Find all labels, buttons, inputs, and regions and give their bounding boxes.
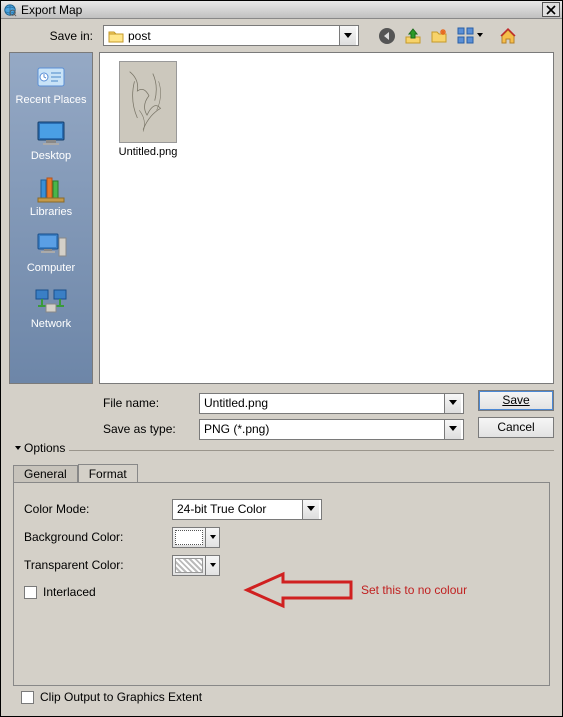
close-button[interactable] xyxy=(542,2,560,17)
color-swatch xyxy=(175,558,203,573)
new-folder-icon xyxy=(430,27,448,45)
save-as-type-value: PNG (*.png) xyxy=(204,422,269,436)
back-button[interactable] xyxy=(377,26,397,46)
file-item[interactable]: Untitled.png xyxy=(108,61,188,158)
save-as-type-combo[interactable]: PNG (*.png) xyxy=(199,419,464,440)
places-bar: Recent Places Desktop Libraries xyxy=(9,52,93,384)
dropdown-icon[interactable] xyxy=(444,420,461,439)
cancel-button[interactable]: Cancel xyxy=(478,417,554,438)
navigation-toolbar xyxy=(377,26,518,46)
window-title: Export Map xyxy=(21,3,82,17)
options-label: Options xyxy=(24,441,65,455)
color-mode-label: Color Mode: xyxy=(24,502,164,516)
new-folder-button[interactable] xyxy=(429,26,449,46)
home-button[interactable] xyxy=(498,26,518,46)
color-swatch xyxy=(175,530,203,545)
place-desktop[interactable]: Desktop xyxy=(12,115,90,165)
file-name-value: Untitled.png xyxy=(204,396,268,410)
interlaced-checkbox[interactable] xyxy=(24,586,37,599)
clip-output-label: Clip Output to Graphics Extent xyxy=(40,690,202,704)
file-area: Recent Places Desktop Libraries xyxy=(9,52,554,384)
dropdown-icon[interactable] xyxy=(205,556,219,575)
place-computer[interactable]: Computer xyxy=(12,227,90,277)
up-arrow-icon xyxy=(404,27,422,45)
background-color-label: Background Color: xyxy=(24,530,164,544)
close-icon xyxy=(546,5,556,15)
place-label: Network xyxy=(31,318,71,330)
view-menu-button[interactable] xyxy=(455,26,485,46)
file-name-label: File name: xyxy=(103,396,191,410)
transparent-color-label: Transparent Color: xyxy=(24,558,164,572)
folder-icon xyxy=(108,29,124,43)
desktop-icon xyxy=(34,118,68,148)
options-expander[interactable]: Options xyxy=(15,441,69,455)
libraries-icon xyxy=(34,174,68,204)
color-mode-combo[interactable]: 24-bit True Color xyxy=(172,499,322,520)
save-in-folder-name: post xyxy=(128,29,151,43)
place-label: Libraries xyxy=(30,206,72,218)
place-label: Computer xyxy=(27,262,75,274)
export-map-dialog: Export Map Save in: post xyxy=(0,0,563,717)
titlebar: Export Map xyxy=(1,1,562,19)
options-tabs: General Format xyxy=(13,463,554,482)
name-section: File name: Untitled.png Save as type: PN… xyxy=(9,390,554,442)
dropdown-icon[interactable] xyxy=(339,26,356,45)
clip-output-checkbox[interactable] xyxy=(21,691,34,704)
chevron-down-icon xyxy=(15,446,21,450)
file-listing[interactable]: Untitled.png xyxy=(99,52,554,384)
save-as-type-label: Save as type: xyxy=(103,422,191,436)
app-icon xyxy=(3,3,17,17)
format-tab-panel: Color Mode: 24-bit True Color Background… xyxy=(13,482,550,686)
network-icon xyxy=(34,286,68,316)
dropdown-icon[interactable] xyxy=(205,528,219,547)
file-name-label: Untitled.png xyxy=(119,146,178,158)
up-one-level-button[interactable] xyxy=(403,26,423,46)
transparent-color-picker[interactable] xyxy=(172,555,220,576)
color-mode-value: 24-bit True Color xyxy=(177,502,266,516)
dialog-content: Save in: post xyxy=(1,19,562,716)
file-thumbnail xyxy=(119,61,177,143)
recent-places-icon xyxy=(34,62,68,92)
back-icon xyxy=(378,27,396,45)
view-icon xyxy=(457,27,475,45)
save-in-row: Save in: post xyxy=(9,25,554,46)
chevron-down-icon xyxy=(477,33,483,38)
computer-icon xyxy=(34,230,68,260)
tab-format[interactable]: Format xyxy=(78,464,138,483)
save-button[interactable]: Save xyxy=(478,390,554,411)
home-icon xyxy=(499,27,517,45)
place-network[interactable]: Network xyxy=(12,283,90,333)
save-in-combo[interactable]: post xyxy=(103,25,359,46)
dropdown-icon[interactable] xyxy=(444,394,461,413)
save-in-label: Save in: xyxy=(9,29,97,43)
interlaced-label: Interlaced xyxy=(43,585,96,599)
bottom-row: Clip Output to Graphics Extent xyxy=(9,686,554,712)
background-color-picker[interactable] xyxy=(172,527,220,548)
dropdown-icon[interactable] xyxy=(302,500,319,519)
place-label: Desktop xyxy=(31,150,71,162)
place-libraries[interactable]: Libraries xyxy=(12,171,90,221)
options-separator: Options xyxy=(16,450,554,451)
place-label: Recent Places xyxy=(16,94,87,106)
file-name-input[interactable]: Untitled.png xyxy=(199,393,464,414)
place-recent[interactable]: Recent Places xyxy=(12,59,90,109)
